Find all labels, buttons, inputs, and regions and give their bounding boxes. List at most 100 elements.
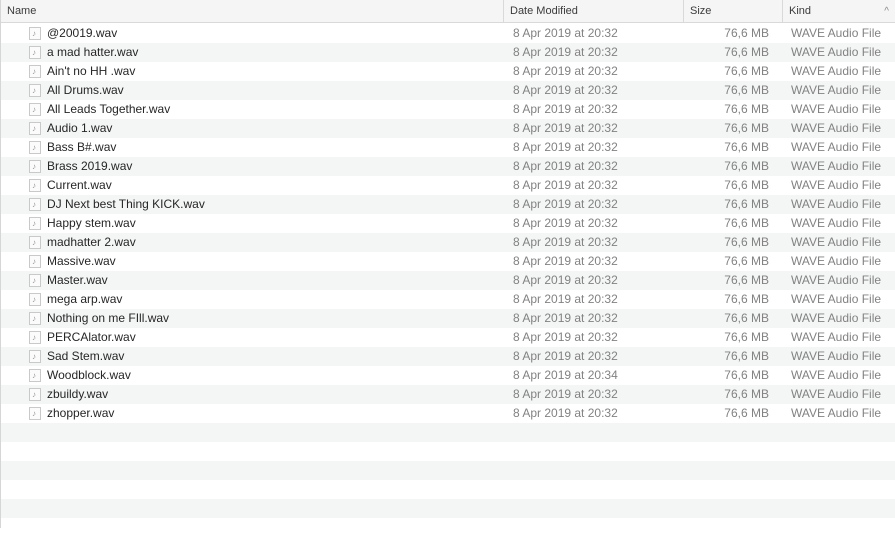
file-kind: WAVE Audio File [791, 159, 882, 173]
file-row[interactable]: DJ Next best Thing KICK.wav 8 Apr 2019 at… [1, 195, 895, 214]
audio-file-icon [29, 350, 41, 363]
file-date-modified: 8 Apr 2019 at 20:32 [513, 83, 618, 97]
file-kind: WAVE Audio File [791, 292, 882, 306]
file-name: Happy stem.wav [47, 216, 136, 230]
file-row[interactable]: Ain't no HH .wav 8 Apr 2019 at 20:32 76,6 … [1, 62, 895, 81]
audio-file-icon [29, 369, 41, 382]
file-size: 76,6 MB [724, 140, 769, 154]
file-name: Master.wav [47, 273, 108, 287]
file-size: 76,6 MB [724, 121, 769, 135]
audio-file-icon [29, 407, 41, 420]
file-kind: WAVE Audio File [791, 406, 882, 420]
audio-file-icon [29, 217, 41, 230]
file-size: 76,6 MB [724, 216, 769, 230]
file-row[interactable]: All Drums.wav 8 Apr 2019 at 20:32 76,6 MB W… [1, 81, 895, 100]
file-kind: WAVE Audio File [791, 102, 882, 116]
file-name: Massive.wav [47, 254, 116, 268]
file-kind: WAVE Audio File [791, 26, 882, 40]
file-date-modified: 8 Apr 2019 at 20:32 [513, 406, 618, 420]
file-date-modified: 8 Apr 2019 at 20:32 [513, 121, 618, 135]
file-date-modified: 8 Apr 2019 at 20:32 [513, 330, 618, 344]
file-row[interactable]: zbuildy.wav 8 Apr 2019 at 20:32 76,6 MB WAV… [1, 385, 895, 404]
file-name: mega arp.wav [47, 292, 123, 306]
audio-file-icon [29, 293, 41, 306]
file-kind: WAVE Audio File [791, 216, 882, 230]
column-header-bar: Name Date Modified Size Kind ^ [1, 0, 895, 23]
file-row[interactable]: mega arp.wav 8 Apr 2019 at 20:32 76,6 MB WA… [1, 290, 895, 309]
file-row[interactable]: Master.wav 8 Apr 2019 at 20:32 76,6 MB WAVE… [1, 271, 895, 290]
column-header-size[interactable]: Size [684, 0, 783, 23]
file-date-modified: 8 Apr 2019 at 20:32 [513, 311, 618, 325]
audio-file-icon [29, 312, 41, 325]
audio-file-icon [29, 331, 41, 344]
file-kind: WAVE Audio File [791, 273, 882, 287]
file-kind: WAVE Audio File [791, 83, 882, 97]
audio-file-icon [29, 255, 41, 268]
file-date-modified: 8 Apr 2019 at 20:32 [513, 102, 618, 116]
file-size: 76,6 MB [724, 330, 769, 344]
file-size: 76,6 MB [724, 83, 769, 97]
audio-file-icon [29, 141, 41, 154]
file-kind: WAVE Audio File [791, 197, 882, 211]
empty-row [1, 442, 895, 461]
column-header-name[interactable]: Name [1, 0, 504, 23]
file-date-modified: 8 Apr 2019 at 20:32 [513, 273, 618, 287]
file-name: Sad Stem.wav [47, 349, 125, 363]
file-date-modified: 8 Apr 2019 at 20:32 [513, 45, 618, 59]
file-row[interactable]: zhopper.wav 8 Apr 2019 at 20:32 76,6 MB WAV… [1, 404, 895, 423]
file-row[interactable]: @20019.wav 8 Apr 2019 at 20:32 76,6 MB WAVE… [1, 24, 895, 43]
file-size: 76,6 MB [724, 197, 769, 211]
file-row[interactable]: All Leads Together.wav 8 Apr 2019 at 20:3… [1, 100, 895, 119]
file-row[interactable]: Happy stem.wav 8 Apr 2019 at 20:32 76,6 MB… [1, 214, 895, 233]
file-size: 76,6 MB [724, 311, 769, 325]
file-name: Current.wav [47, 178, 112, 192]
file-row[interactable]: Massive.wav 8 Apr 2019 at 20:32 76,6 MB WAV… [1, 252, 895, 271]
file-date-modified: 8 Apr 2019 at 20:32 [513, 349, 618, 363]
file-size: 76,6 MB [724, 292, 769, 306]
file-name: Audio 1.wav [47, 121, 113, 135]
audio-file-icon [29, 179, 41, 192]
file-size: 76,6 MB [724, 349, 769, 363]
file-date-modified: 8 Apr 2019 at 20:32 [513, 254, 618, 268]
file-kind: WAVE Audio File [791, 349, 882, 363]
file-row[interactable]: Current.wav 8 Apr 2019 at 20:32 76,6 MB WAV… [1, 176, 895, 195]
file-row[interactable]: Sad Stem.wav 8 Apr 2019 at 20:32 76,6 MB WA… [1, 347, 895, 366]
file-kind: WAVE Audio File [791, 178, 882, 192]
file-row[interactable]: Woodblock.wav 8 Apr 2019 at 20:34 76,6 MB W… [1, 366, 895, 385]
empty-row [1, 499, 895, 518]
audio-file-icon [29, 160, 41, 173]
file-row[interactable]: Brass 2019.wav 8 Apr 2019 at 20:32 76,6 MB… [1, 157, 895, 176]
file-name: All Leads Together.wav [47, 102, 171, 116]
audio-file-icon [29, 103, 41, 116]
file-row[interactable]: Bass B#.wav 8 Apr 2019 at 20:32 76,6 MB WAV… [1, 138, 895, 157]
column-header-kind[interactable]: Kind ^ [783, 0, 895, 23]
file-size: 76,6 MB [724, 102, 769, 116]
empty-row [1, 480, 895, 499]
file-kind: WAVE Audio File [791, 330, 882, 344]
file-row[interactable]: Audio 1.wav 8 Apr 2019 at 20:32 76,6 MB WAV… [1, 119, 895, 138]
file-row[interactable]: madhatter 2.wav 8 Apr 2019 at 20:32 76,6 M… [1, 233, 895, 252]
file-name: Ain't no HH .wav [47, 64, 136, 78]
file-name: zbuildy.wav [47, 387, 109, 401]
file-date-modified: 8 Apr 2019 at 20:32 [513, 292, 618, 306]
audio-file-icon [29, 65, 41, 78]
file-kind: WAVE Audio File [791, 311, 882, 325]
file-size: 76,6 MB [724, 45, 769, 59]
empty-row [1, 461, 895, 480]
file-name: a mad hatter.wav [47, 45, 139, 59]
file-name: madhatter 2.wav [47, 235, 136, 249]
file-date-modified: 8 Apr 2019 at 20:32 [513, 197, 618, 211]
file-size: 76,6 MB [724, 235, 769, 249]
file-row[interactable]: Nothing on me FIll.wav 8 Apr 2019 at 20:3… [1, 309, 895, 328]
file-date-modified: 8 Apr 2019 at 20:32 [513, 26, 618, 40]
file-date-modified: 8 Apr 2019 at 20:32 [513, 64, 618, 78]
audio-file-icon [29, 274, 41, 287]
file-date-modified: 8 Apr 2019 at 20:32 [513, 216, 618, 230]
file-row[interactable]: a mad hatter.wav 8 Apr 2019 at 20:32 76,6 … [1, 43, 895, 62]
sort-ascending-icon: ^ [884, 6, 889, 17]
audio-file-icon [29, 388, 41, 401]
file-name: DJ Next best Thing KICK.wav [47, 197, 205, 211]
column-header-date-modified[interactable]: Date Modified [504, 0, 684, 23]
file-row[interactable]: PERCAlator.wav 8 Apr 2019 at 20:32 76,6 MB… [1, 328, 895, 347]
file-kind: WAVE Audio File [791, 121, 882, 135]
